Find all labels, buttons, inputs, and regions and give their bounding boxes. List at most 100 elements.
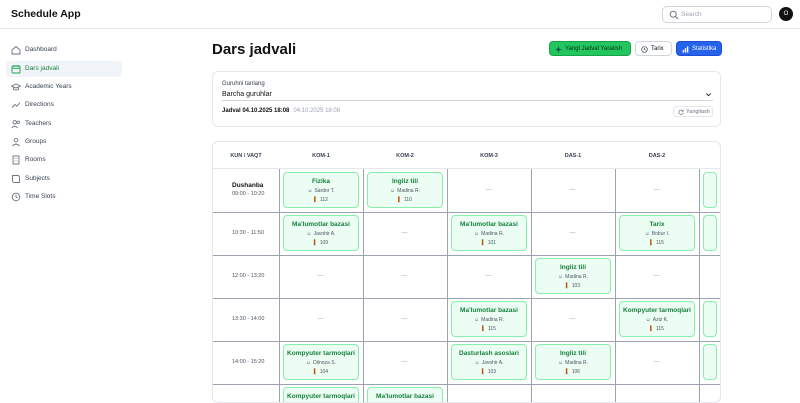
sidebar-item-teachers[interactable]: Teachers [6,116,122,132]
lesson-card[interactable]: Ingliz tili ☺ Madina R. ▍ 106 [535,344,611,380]
empty-cell: — [569,316,576,322]
sidebar-item-academic-years[interactable]: Academic Years [6,79,122,95]
lesson-card-partial[interactable] [703,301,717,337]
group-select[interactable]: Barcha guruhlar [222,89,713,101]
lesson-teacher: ☺ Javohir A. [452,360,526,366]
refresh-button[interactable]: Yangilash [673,106,713,117]
day-label: Dushanba [232,182,264,189]
teacher-icon: ☺ [390,188,396,194]
lesson-card[interactable]: Ma'lumotlar bazasi ☺ Madina R. ▍ 115 [451,301,527,337]
row-divider [213,255,720,256]
lesson-room: ▍ 104 [284,369,358,375]
teacher-icon: ☺ [645,317,651,323]
lesson-room: ▍ 110 [368,197,442,203]
sidebar-item-subjects[interactable]: Subjects [6,171,122,187]
sparkle-icon [555,46,562,53]
sidebar-item-dars-jadvali[interactable]: Dars jadvali [6,61,122,77]
sidebar-item-label: Time Slots [25,193,56,200]
lesson-teacher: ☺ Aziz K. [620,317,694,323]
group-filter-card: Guruhni tanlang Barcha guruhlar Jadval 0… [212,71,721,127]
history-button[interactable]: Tarix [635,41,672,56]
empty-cell: — [653,187,660,193]
sidebar-item-directions[interactable]: Directions [6,97,122,113]
sidebar-item-label: Teachers [25,120,52,127]
lesson-card[interactable]: Kompyuter tarmoqlari ☺ Dilnoza S. ▍ 104 [283,344,359,380]
empty-cell: — [401,359,408,365]
empty-cell: — [653,359,660,365]
lesson-card[interactable]: Dasturlash asoslari ☺ Javohir A. ▍ 103 [451,344,527,380]
teacher-icon: ☺ [307,188,313,194]
search-box[interactable] [662,6,772,23]
new-schedule-button[interactable]: Yangi Jadval Yaratish [549,41,631,56]
sidebar-item-groups[interactable]: Groups [6,134,122,150]
column-divider [531,169,532,402]
teacher-name: Dilnoza S. [313,360,336,366]
search-input[interactable] [681,8,769,21]
lesson-teacher: ☺ Madina R. [536,360,610,366]
main-content: Dars jadvali Yangi Jadval Yaratish Tarix… [200,29,800,403]
page-title: Dars jadvali [212,41,297,58]
schedule-info: Jadval 04.10.2025 18:08 04.10.2025 18:08 [222,108,340,114]
column-divider [363,169,364,402]
group-select-value: Barcha guruhlar [222,91,272,98]
empty-cell: — [485,187,492,193]
empty-cell: — [317,316,324,322]
lesson-card[interactable]: Ingliz tili ☺ Madina R. ▍ 103 [535,258,611,294]
teacher-icon: ☺ [644,231,650,237]
room-number: 115 [655,326,664,332]
lesson-room: ▍ 115 [620,326,694,332]
sidebar-item-label: Rooms [25,156,46,163]
door-icon: ▍ [481,369,486,375]
time-slot-label: 14:00 - 15:20 [232,359,265,365]
statistics-label: Statistika [692,46,717,52]
time-slot-label: 10:30 - 11:50 [232,230,265,236]
refresh-icon [678,109,684,115]
teacher-name: Madina R. [565,360,588,366]
column-divider [615,169,616,402]
teacher-name: Madina R. [565,274,588,280]
lesson-card[interactable]: Kompyuter tarmoqlari ☺ Aziz K. ▍ 115 [619,301,695,337]
column-divider [447,169,448,402]
sidebar-item-dashboard[interactable]: Dashboard [6,42,122,58]
bar-chart-icon [682,46,689,53]
room-number: 115 [487,326,496,332]
lesson-card[interactable]: Ingliz tili ☺ Madina R. ▍ 110 [367,172,443,208]
sidebar-item-label: Dars jadvali [25,65,59,72]
avatar[interactable]: O [779,7,793,21]
lesson-card-partial[interactable] [703,172,717,208]
sidebar-item-time-slots[interactable]: Time Slots [6,189,122,205]
lesson-card-partial[interactable] [703,344,717,380]
trend-icon [11,102,21,108]
statistics-button[interactable]: Statistika [676,41,722,56]
lesson-card[interactable]: Ma'lumotlar bazasi ☺ Madina R. ▍ 101 [451,215,527,251]
lesson-room: ▍ 115 [452,326,526,332]
row-divider [213,298,720,299]
group-icon [12,137,20,147]
lesson-subject: Ingliz tili [560,350,586,357]
lesson-subject: Ma'lumotlar bazasi [376,393,434,400]
lesson-card[interactable]: Kompyuter tarmoqlari [283,387,359,402]
lesson-room: ▍ 103 [536,283,610,289]
door-icon: ▍ [313,240,318,246]
lesson-room: ▍ 106 [536,369,610,375]
lesson-card[interactable]: Fizika ☺ Sardor T. ▍ 112 [283,172,359,208]
lesson-room: ▍ 103 [452,369,526,375]
lesson-card[interactable]: Ma'lumotlar bazasi [367,387,443,402]
schedule-table: KUN / VAQT KOM-1 KOM-2 KOM-3 DAS-1 DAS-2 Dusha… [212,141,721,403]
lesson-card[interactable]: Ma'lumotlar bazasi ☺ Javohir A. ▍ 109 [283,215,359,251]
group-select-label: Guruhni tanlang [222,81,265,87]
lesson-card[interactable]: Tarix ☺ Bobur I. ▍ 115 [619,215,695,251]
teacher-name: Sardor T. [314,188,335,194]
teacher-name: Bobur I. [651,231,670,237]
door-icon: ▍ [481,240,486,246]
clock-icon [11,192,21,202]
sidebar-item-rooms[interactable]: Rooms [6,152,122,168]
lesson-teacher: ☺ Madina R. [452,231,526,237]
lesson-subject: Ingliz tili [392,178,418,185]
column-divider [699,169,700,402]
room-number: 101 [487,240,497,246]
lesson-card-partial[interactable] [703,215,717,251]
lesson-subject: Ma'lumotlar bazasi [292,221,350,228]
graduation-cap-icon [11,83,21,91]
search-icon [669,10,679,20]
